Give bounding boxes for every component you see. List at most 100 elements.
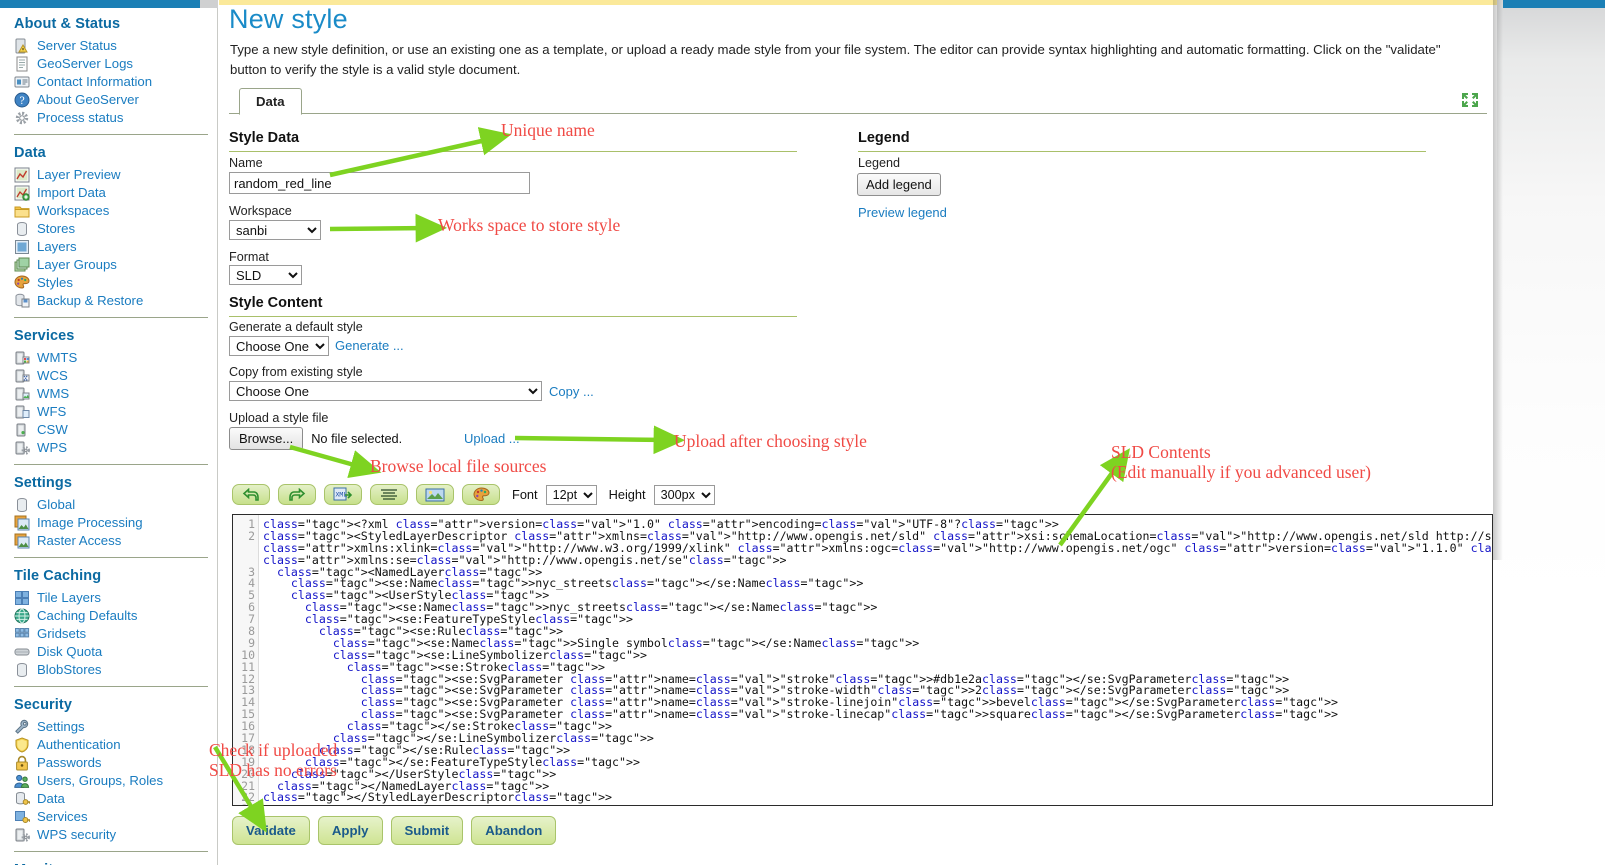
database-icon — [14, 221, 30, 237]
style-name-input[interactable] — [229, 172, 530, 194]
sidebar-item-layer-preview[interactable]: Layer Preview — [0, 166, 218, 184]
wrench-icon — [14, 719, 30, 735]
sidebar-item-authentication[interactable]: Authentication — [0, 736, 218, 754]
editor-code-content[interactable]: class="tagc"><?xml class="attr">version=… — [259, 515, 1492, 805]
sidebar-item-tile-layers[interactable]: Tile Layers — [0, 589, 218, 607]
upload-label: Upload a style file — [229, 411, 329, 425]
sidebar-item-label: WMTS — [37, 350, 78, 365]
palette-icon[interactable] — [462, 484, 500, 505]
preview-legend-link[interactable]: Preview legend — [858, 205, 947, 220]
apply-button[interactable]: Apply — [317, 816, 383, 845]
raster-access-icon — [14, 533, 30, 549]
sidebar-item-wms[interactable]: WMS — [0, 385, 218, 403]
format-select[interactable]: SLD — [229, 265, 302, 285]
code-line: class="tagc"></StyledLayerDescriptorclas… — [263, 790, 613, 805]
generate-default-style-select[interactable]: Choose One — [229, 336, 329, 356]
svg-text:?: ? — [19, 96, 24, 107]
sidebar-separator — [14, 464, 208, 465]
sidebar-item-wmts[interactable]: WMTS — [0, 349, 218, 367]
browse-button[interactable]: Browse... — [229, 427, 304, 450]
sidebar-item-label: WFS — [37, 404, 67, 419]
sidebar-item-label: Workspaces — [37, 203, 110, 218]
workspace-select[interactable]: sanbi — [229, 220, 321, 240]
service-csw-icon — [14, 422, 30, 438]
sidebar-item-process-status[interactable]: Process status — [0, 109, 218, 127]
sidebar-item-label: Users, Groups, Roles — [37, 773, 164, 788]
sidebar-item-backup-restore[interactable]: Backup & Restore — [0, 292, 218, 310]
sidebar-item-styles[interactable]: Styles — [0, 274, 218, 292]
align-icon[interactable] — [370, 484, 408, 505]
sidebar-item-workspaces[interactable]: Workspaces — [0, 202, 218, 220]
sidebar-item-server-status[interactable]: Server Status — [0, 37, 218, 55]
sidebar-item-label: Layers — [37, 239, 77, 254]
sidebar-separator — [14, 557, 208, 558]
workspace-label: Workspace — [229, 204, 292, 218]
tab-data[interactable]: Data — [239, 88, 302, 115]
submit-button[interactable]: Submit — [390, 816, 464, 845]
sidebar-item-label: BlobStores — [37, 662, 102, 677]
sidebar-item-wcs[interactable]: WCS — [0, 367, 218, 385]
service-wmts-icon — [14, 350, 30, 366]
undo-icon[interactable] — [232, 484, 270, 505]
copy-link[interactable]: Copy ... — [549, 384, 594, 399]
sidebar-nav: About & Status Server Status GeoServer Log… — [0, 8, 218, 865]
generate-link[interactable]: Generate ... — [335, 338, 404, 353]
sidebar-heading-tile-caching: Tile Caching — [14, 568, 102, 584]
format-xml-icon[interactable]: XML — [324, 484, 362, 505]
sidebar-item-global[interactable]: Global — [0, 496, 218, 514]
sld-code-editor[interactable]: 1234567891011121314151617181920212223 cl… — [232, 514, 1493, 806]
copy-label: Copy from existing style — [229, 365, 363, 379]
sidebar-item-stores[interactable]: Stores — [0, 220, 218, 238]
sidebar-item-label: Services — [37, 809, 88, 824]
redo-icon[interactable] — [278, 484, 316, 505]
sidebar-item-geoserver-logs[interactable]: GeoServer Logs — [0, 55, 218, 73]
line-number: 23 — [233, 803, 255, 805]
sidebar-item-about-geoserver[interactable]: ? About GeoServer — [0, 91, 218, 109]
import-data-icon — [14, 185, 30, 201]
generate-label: Generate a default style — [229, 320, 363, 334]
sidebar-item-data[interactable]: Data — [0, 790, 218, 808]
sidebar-item-label: Server Status — [37, 38, 117, 53]
sidebar-item-caching-defaults[interactable]: Caching Defaults — [0, 607, 218, 625]
sidebar-item-import-data[interactable]: Import Data — [0, 184, 218, 202]
info-icon: ? — [14, 92, 30, 108]
expand-fullscreen-icon[interactable] — [1461, 92, 1479, 108]
sidebar-item-label: Contact Information — [37, 74, 153, 89]
sidebar-item-csw[interactable]: CSW — [0, 421, 218, 439]
data-key-icon — [14, 791, 30, 807]
sidebar-item-wfs[interactable]: WFS — [0, 403, 218, 421]
sidebar-heading-data: Data — [14, 145, 46, 161]
sidebar-item-passwords[interactable]: Passwords — [0, 754, 218, 772]
sidebar-item-wps[interactable]: WPS — [0, 439, 218, 457]
sidebar-separator — [14, 317, 208, 318]
sidebar-item-layers[interactable]: Layers — [0, 238, 218, 256]
sidebar-item-layer-groups[interactable]: Layer Groups — [0, 256, 218, 274]
picture-icon[interactable] — [416, 484, 454, 505]
sidebar-item-gridsets[interactable]: Gridsets — [0, 625, 218, 643]
form-action-bar: Validate Apply Submit Abandon — [232, 816, 557, 845]
upload-link[interactable]: Upload ... — [464, 431, 520, 446]
sidebar-heading-settings: Settings — [14, 475, 72, 491]
sidebar-item-settings[interactable]: Settings — [0, 718, 218, 736]
service-wcs-icon — [14, 368, 30, 384]
editor-toolbar: XML Font 12pt Height 300px — [232, 484, 715, 505]
copy-existing-style-select[interactable]: Choose One — [229, 381, 542, 401]
add-legend-button[interactable]: Add legend — [857, 173, 941, 196]
editor-height-select[interactable]: 300px — [653, 484, 715, 505]
sidebar-item-wps-security[interactable]: WPS security — [0, 826, 218, 844]
validate-button[interactable]: Validate — [232, 816, 310, 845]
sidebar-item-users-groups-roles[interactable]: Users, Groups, Roles — [0, 772, 218, 790]
sidebar-item-blobstores[interactable]: BlobStores — [0, 661, 218, 679]
sidebar-item-services[interactable]: Services — [0, 808, 218, 826]
sidebar-item-contact-information[interactable]: Contact Information — [0, 73, 218, 91]
sidebar-item-raster-access[interactable]: Raster Access — [0, 532, 218, 550]
sidebar-heading-monitor: Monitor — [0, 854, 218, 865]
sidebar-item-disk-quota[interactable]: Disk Quota — [0, 643, 218, 661]
shield-icon — [14, 737, 30, 753]
abandon-button[interactable]: Abandon — [471, 816, 557, 845]
gear-icon — [14, 110, 30, 126]
service-wps-icon — [14, 440, 30, 456]
service-wms-icon — [14, 386, 30, 402]
font-size-select[interactable]: 12pt — [545, 484, 597, 505]
sidebar-item-image-processing[interactable]: Image Processing — [0, 514, 218, 532]
